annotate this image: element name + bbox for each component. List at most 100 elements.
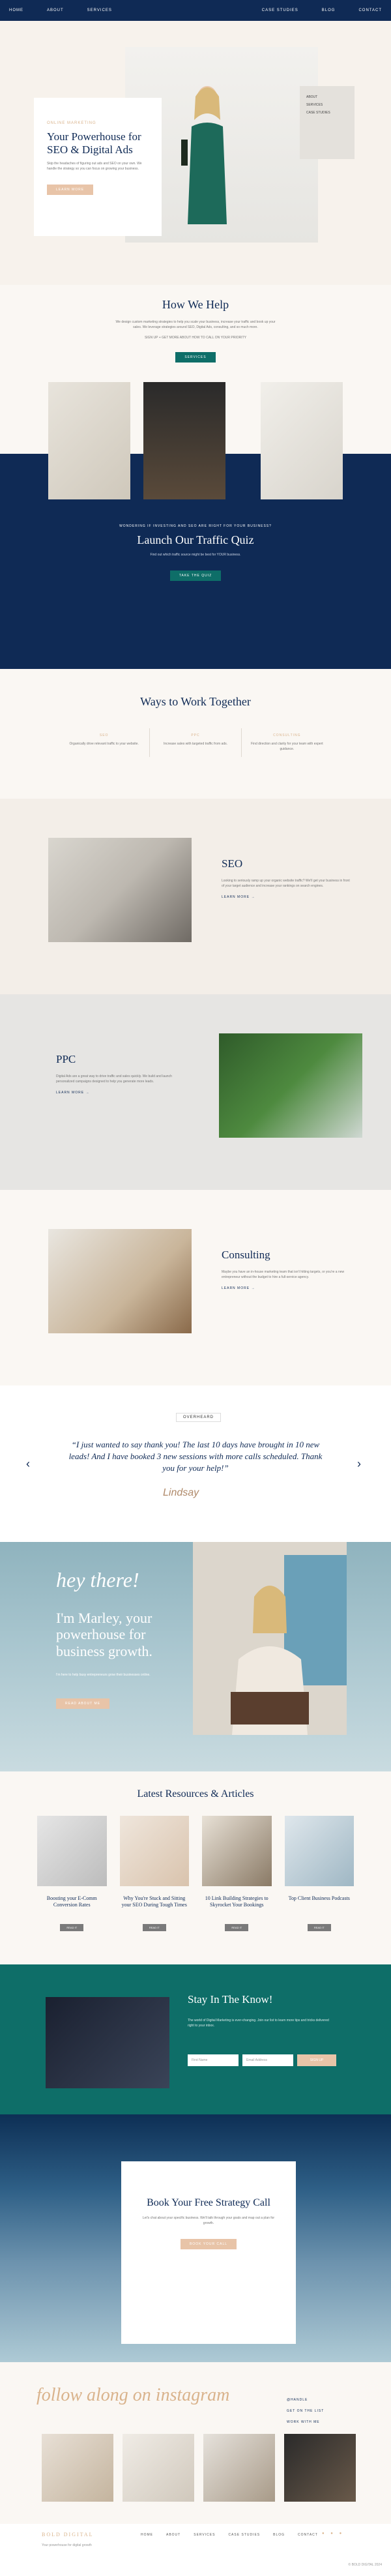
resources-section: Latest Resources & Articles Boosting you… [0,1771,391,1964]
nav-home[interactable]: HOME [9,8,23,12]
nav-about[interactable]: ABOUT [47,8,64,12]
hero-title: Your Powerhouse for SEO & Digital Ads [47,130,141,156]
marley-photo [193,1542,347,1735]
quiz-block: WONDERING IF INVESTING AND SEO ARE RIGHT… [0,524,391,581]
instagram-section: follow along on instagram @HANDLE GET ON… [0,2362,391,2524]
flatlay-photo [261,382,343,499]
how-we-help: How We Help We design custom marketing s… [0,285,391,369]
ways-title: Ways to Work Together [140,695,251,708]
newsletter-section: Stay In The Know! The world of Digital M… [0,1964,391,2114]
quiz-body: Find out which traffic source might be b… [150,553,241,557]
seo-section: SEO Looking to seriously ramp up your or… [0,799,391,994]
pinterest-icon[interactable]: ● [340,2532,345,2536]
prev-arrow-icon[interactable]: ‹ [26,1457,30,1471]
hero-side-menu: ABOUT SERVICES CASE STUDIES [300,86,355,159]
ppc-title: PPC [56,1053,76,1065]
work-with-me-link[interactable]: WORK WITH ME [287,2417,324,2428]
hero-learn-more-button[interactable]: LEARN MORE [47,185,94,196]
way-consulting[interactable]: CONSULTING Find direction and clarity for… [240,728,332,757]
read-about-button[interactable]: READ ABOUT ME [56,1698,110,1709]
insta-photo[interactable] [203,2434,275,2502]
instagram-icon[interactable]: ● [330,2532,336,2536]
read-it-button[interactable]: READ IT [142,1924,166,1931]
consulting-learn-more[interactable]: LEARN MORE → [222,1286,352,1290]
resource-image [37,1816,107,1886]
ppc-learn-more[interactable]: LEARN MORE → [56,1091,186,1095]
footer-about[interactable]: ABOUT [166,2533,181,2537]
nav-contact[interactable]: CONTACT [358,8,382,12]
resource-image [284,1816,354,1886]
resource-image [119,1816,189,1886]
testimonial-signature: Lindsay [163,1487,199,1498]
book-call-button[interactable]: BOOK YOUR CALL [180,2239,237,2250]
way-consulting-title: CONSULTING [273,733,301,737]
side-services[interactable]: SERVICES [306,103,348,107]
nav-blog[interactable]: BLOG [322,8,336,12]
footer-blog[interactable]: BLOG [273,2533,285,2537]
next-arrow-icon[interactable]: › [357,1457,361,1471]
copyright: © BOLD DIGITAL 2024 [348,2563,382,2567]
services-button[interactable]: SERVICES [175,352,216,363]
about-title: I'm Marley, your powerhouse for business… [56,1610,152,1659]
help-title: How We Help [162,298,229,311]
footer-services[interactable]: SERVICES [194,2533,215,2537]
top-nav: HOME ABOUT SERVICES CASE STUDIES BLOG CO… [0,0,391,21]
resource-title: Boosting your E-Comm Conversion Rates [46,1895,97,1908]
about-body: I'm here to help busy entrepreneurs grow… [56,1673,151,1677]
sign-up-button[interactable]: SIGN UP [297,2054,336,2066]
footer-case-studies[interactable]: CASE STUDIES [228,2533,260,2537]
way-consulting-desc: Find direction and clarity for your team… [251,742,323,751]
laptop-illustration [193,1542,347,1735]
footer-home[interactable]: HOME [141,2533,153,2537]
first-name-field[interactable]: First Name [188,2054,239,2066]
book-call-title: Book Your Free Strategy Call [147,2197,270,2208]
insta-photo[interactable] [42,2434,113,2502]
help-note: SIGN UP + GET MORE ABOUT HOW TO CALL ON … [144,336,247,340]
insta-handle-link[interactable]: @HANDLE [287,2395,324,2406]
follow-script: follow along on instagram [36,2385,230,2405]
way-seo[interactable]: SEO Organically drive relevant traffic to… [59,728,149,757]
read-it-button[interactable]: READ IT [225,1924,249,1931]
consulting-photo [48,1229,192,1333]
seo-learn-more[interactable]: LEARN MORE → [222,895,352,899]
footer-address: Your powerhouse for digital growth [42,2543,92,2547]
testimonial-quote: “I just wanted to say thank you! The las… [68,1440,323,1473]
book-call-card: Book Your Free Strategy Call Let's chat … [121,2161,296,2344]
consulting-title: Consulting [222,1249,270,1261]
seo-photo [48,838,192,942]
woman-illustration [181,86,227,224]
help-body: We design custom marketing strategies to… [115,320,276,329]
resource-card[interactable]: Boosting your E-Comm Conversion Rates RE… [37,1816,107,1932]
side-about[interactable]: ABOUT [306,95,348,99]
seo-body: Looking to seriously ramp up your organi… [222,879,350,888]
facebook-icon[interactable]: ● [322,2532,327,2536]
quiz-title: Launch Our Traffic Quiz [137,533,254,546]
take-quiz-button[interactable]: TAKE THE QUIZ [169,570,222,581]
get-on-list-link[interactable]: GET ON THE LIST [287,2406,324,2417]
insta-photo[interactable] [284,2434,356,2502]
read-it-button[interactable]: READ IT [60,1924,84,1931]
email-field[interactable]: Email Address [242,2054,293,2066]
resource-card[interactable]: 10 Link Building Strategies to Skyrocket… [202,1816,272,1932]
ppc-photo [219,1033,362,1138]
nav-case-studies[interactable]: CASE STUDIES [262,8,298,12]
side-case-studies[interactable]: CASE STUDIES [306,111,348,115]
insta-photo[interactable] [123,2434,194,2502]
resource-title: Top Client Business Podcasts [288,1895,350,1901]
resources-title: Latest Resources & Articles [137,1788,254,1799]
way-seo-desc: Organically drive relevant traffic to yo… [69,742,139,746]
book-call-body: Let's chat about your specific business.… [142,2216,275,2226]
hero-body: Skip the headaches of figuring out ads a… [47,162,142,171]
nav-services[interactable]: SERVICES [87,8,112,12]
resource-card[interactable]: Why You're Stuck and Sitting your SEO Du… [119,1816,189,1932]
testimonial-section: OVERHEARD ‹ “I just wanted to say thank … [0,1385,391,1542]
desk-photo [48,382,130,499]
way-ppc[interactable]: PPC Increase sales with targeted traffic … [149,728,240,757]
keyboard-photo [46,1997,169,2088]
collage-section: WONDERING IF INVESTING AND SEO ARE RIGHT… [0,369,391,669]
resource-title: 10 Link Building Strategies to Skyrocket… [205,1895,268,1908]
read-it-button[interactable]: READ IT [307,1924,331,1931]
footer-contact[interactable]: CONTACT [298,2533,318,2537]
resource-card[interactable]: Top Client Business Podcasts READ IT [284,1816,354,1932]
ways-section: Ways to Work Together SEO Organically dri… [0,669,391,799]
